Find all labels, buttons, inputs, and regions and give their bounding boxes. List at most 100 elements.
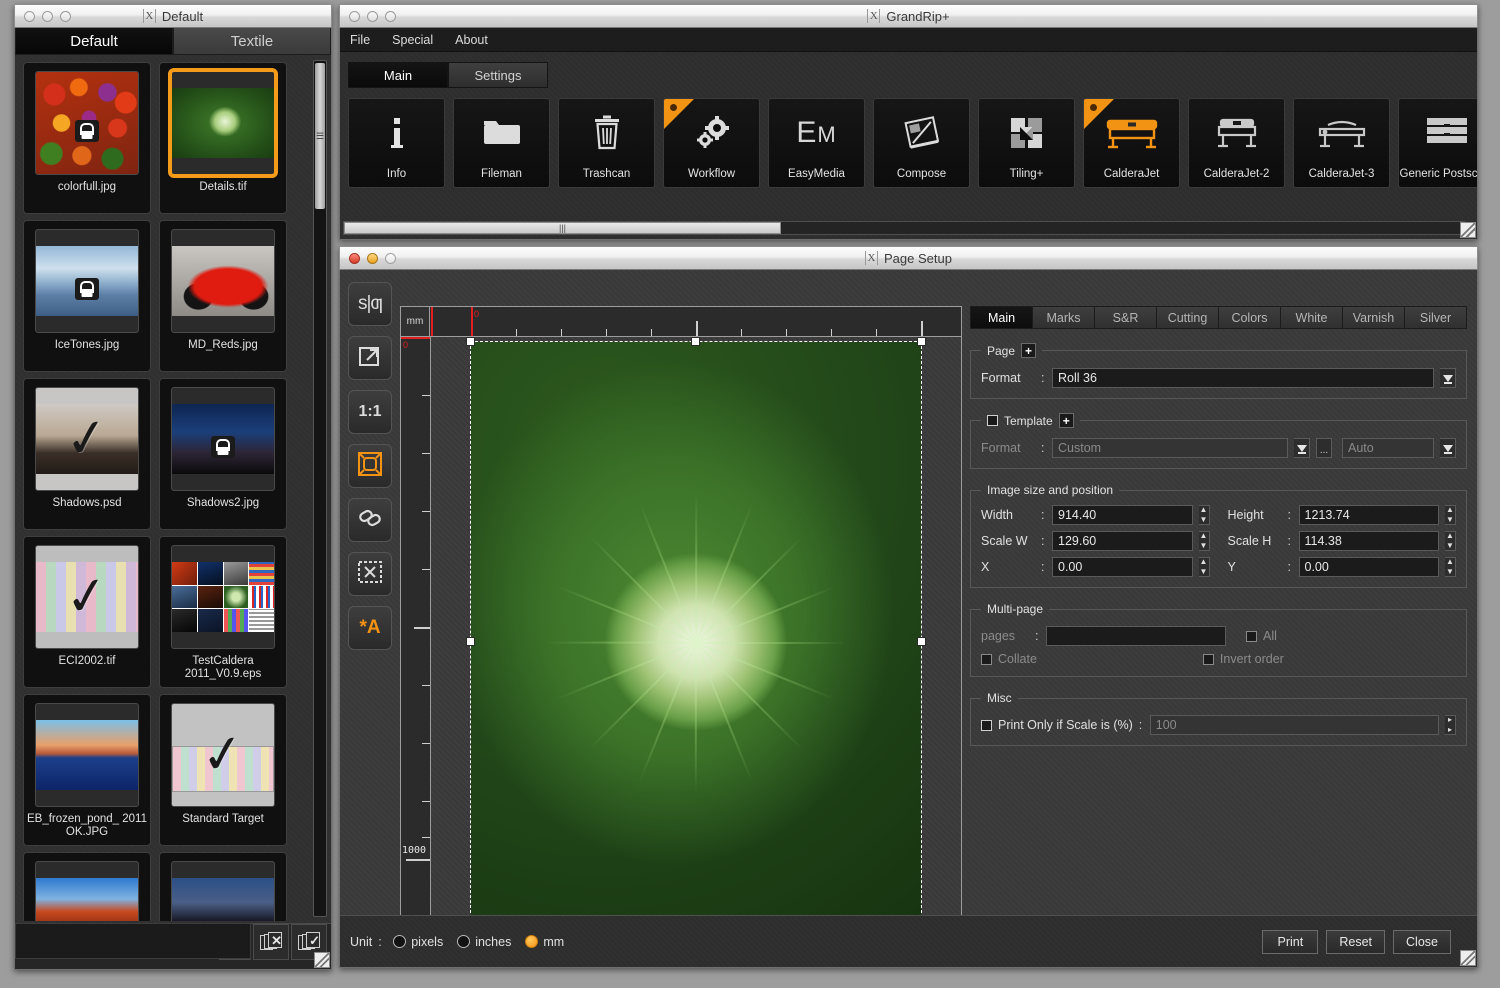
list-item[interactable] (159, 852, 287, 921)
tab-settings[interactable]: Settings (448, 62, 548, 88)
height-input[interactable]: 1213.74 (1299, 505, 1440, 525)
thumbnail-scroll-area[interactable]: colorfull.jpg Details.tif IceTones.jpg (23, 55, 309, 921)
template-browse-button[interactable]: ... (1316, 438, 1332, 458)
link-ratio-tool-button[interactable] (348, 498, 392, 542)
module-tiling[interactable]: Tiling+ (978, 98, 1075, 188)
thumbnail-image[interactable] (35, 229, 139, 333)
unit-option-inches[interactable]: inches (457, 935, 511, 949)
template-auto-dropdown-arrow[interactable] (1440, 438, 1456, 458)
tab-cutting[interactable]: Cutting (1157, 306, 1219, 329)
print-only-input[interactable]: 100 (1150, 715, 1439, 735)
tab-main[interactable]: Main (970, 306, 1033, 329)
minimize-button[interactable] (42, 11, 53, 22)
module-calderajet-3[interactable]: CalderaJet-3 (1293, 98, 1390, 188)
tab-textile[interactable]: Textile (173, 28, 331, 55)
scale-h-input[interactable]: 114.38 (1299, 531, 1440, 551)
list-item[interactable]: Details.tif (159, 62, 287, 214)
maximize-button[interactable] (60, 11, 71, 22)
collate-checkbox[interactable] (981, 654, 992, 665)
browser-titlebar[interactable]: X Default (14, 4, 332, 28)
scale-w-input[interactable]: 129.60 (1052, 531, 1193, 551)
deselect-all-button[interactable]: ✕ (253, 924, 289, 960)
tab-snr[interactable]: S&R (1095, 306, 1157, 329)
resize-handle-mr[interactable] (917, 637, 926, 646)
tab-main[interactable]: Main (348, 62, 448, 88)
module-toolbar-scrollbar[interactable]: ||| (343, 221, 1465, 235)
resize-handle-tc[interactable] (691, 337, 700, 346)
tab-varnish[interactable]: Varnish (1343, 306, 1405, 329)
browser-resize-grip[interactable] (314, 952, 330, 968)
resize-handle-ml[interactable] (466, 637, 475, 646)
tab-silver[interactable]: Silver (1405, 306, 1467, 329)
add-template-button[interactable]: + (1059, 413, 1074, 428)
page-preview-area[interactable] (431, 337, 961, 945)
thumbnail-image[interactable] (35, 703, 139, 807)
close-button[interactable] (349, 253, 360, 264)
print-only-checkbox[interactable] (981, 720, 992, 731)
resize-handle-tr[interactable] (917, 337, 926, 346)
unit-option-mm[interactable]: mm (525, 935, 564, 949)
maximize-button[interactable] (385, 11, 396, 22)
list-item[interactable]: IceTones.jpg (23, 220, 151, 372)
module-compose[interactable]: Compose (873, 98, 970, 188)
invert-order-checkbox[interactable] (1203, 654, 1214, 665)
height-stepper[interactable]: ▲▼ (1445, 505, 1456, 525)
mirror-tool-button[interactable]: s|ƣ (348, 282, 392, 326)
browser-window-controls[interactable] (24, 11, 71, 22)
close-button[interactable] (24, 11, 35, 22)
x-stepper[interactable]: ▲▼ (1199, 557, 1210, 577)
page-setup-window-controls[interactable] (349, 253, 396, 264)
template-enable-checkbox[interactable] (987, 415, 998, 426)
tab-white[interactable]: White (1281, 306, 1343, 329)
y-input[interactable]: 0.00 (1299, 557, 1440, 577)
auto-text-tool-button[interactable]: *A (348, 606, 392, 650)
page-format-field[interactable]: Roll 36 (1052, 368, 1434, 388)
browser-path-field[interactable] (15, 923, 251, 959)
menu-about[interactable]: About (455, 33, 488, 47)
module-trashcan[interactable]: Trashcan (558, 98, 655, 188)
list-item[interactable]: colorfull.jpg (23, 62, 151, 214)
menu-special[interactable]: Special (392, 33, 433, 47)
placed-image-frame[interactable] (471, 342, 921, 942)
thumbnail-image[interactable]: ✓ (35, 387, 139, 491)
scale-h-stepper[interactable]: ▲▼ (1445, 531, 1456, 551)
minimize-button[interactable] (367, 253, 378, 264)
tab-colors[interactable]: Colors (1219, 306, 1281, 329)
page-setup-resize-grip[interactable] (1460, 950, 1476, 966)
page-setup-titlebar[interactable]: X Page Setup (339, 246, 1478, 270)
page-format-dropdown-arrow[interactable] (1440, 368, 1456, 388)
scrollbar-thumb[interactable]: ☰ (315, 63, 325, 209)
unit-option-pixels[interactable]: pixels (393, 935, 443, 949)
grandrip-resize-grip[interactable] (1460, 222, 1476, 238)
scale-w-stepper[interactable]: ▲▼ (1199, 531, 1210, 551)
radio-inches[interactable] (457, 935, 470, 948)
pages-input[interactable] (1046, 626, 1226, 646)
thumbnail-image[interactable] (171, 545, 275, 649)
grandrip-window-controls[interactable] (349, 11, 396, 22)
template-format-field[interactable]: Custom (1052, 438, 1288, 458)
add-page-format-button[interactable]: + (1021, 343, 1036, 358)
width-stepper[interactable]: ▲▼ (1199, 505, 1210, 525)
list-item[interactable]: TestCaldera 2011_V0.9.eps (159, 536, 287, 688)
close-button[interactable]: Close (1393, 930, 1451, 954)
all-pages-checkbox[interactable] (1246, 631, 1257, 642)
module-info[interactable]: Info (348, 98, 445, 188)
print-only-stepper[interactable]: ▸▸ (1445, 715, 1456, 735)
module-easymedia[interactable]: EM EasyMedia (768, 98, 865, 188)
thumbnail-image[interactable]: ✓ (35, 545, 139, 649)
module-fileman[interactable]: Fileman (453, 98, 550, 188)
thumbnail-image[interactable]: ✓ (171, 703, 275, 807)
thumbnail-image[interactable] (171, 861, 275, 921)
close-button[interactable] (349, 11, 360, 22)
list-item[interactable] (23, 852, 151, 921)
template-auto-field[interactable]: Auto (1342, 438, 1434, 458)
list-item[interactable]: ✓ ECI2002.tif (23, 536, 151, 688)
x-input[interactable]: 0.00 (1052, 557, 1193, 577)
menu-file[interactable]: File (350, 33, 370, 47)
y-stepper[interactable]: ▲▼ (1445, 557, 1456, 577)
module-workflow[interactable]: Workflow (663, 98, 760, 188)
module-calderajet-2[interactable]: CalderaJet-2 (1188, 98, 1285, 188)
thumbnail-image[interactable] (171, 71, 275, 175)
actual-size-tool-button[interactable]: 1:1 (348, 390, 392, 434)
template-format-dropdown-arrow[interactable] (1294, 438, 1310, 458)
